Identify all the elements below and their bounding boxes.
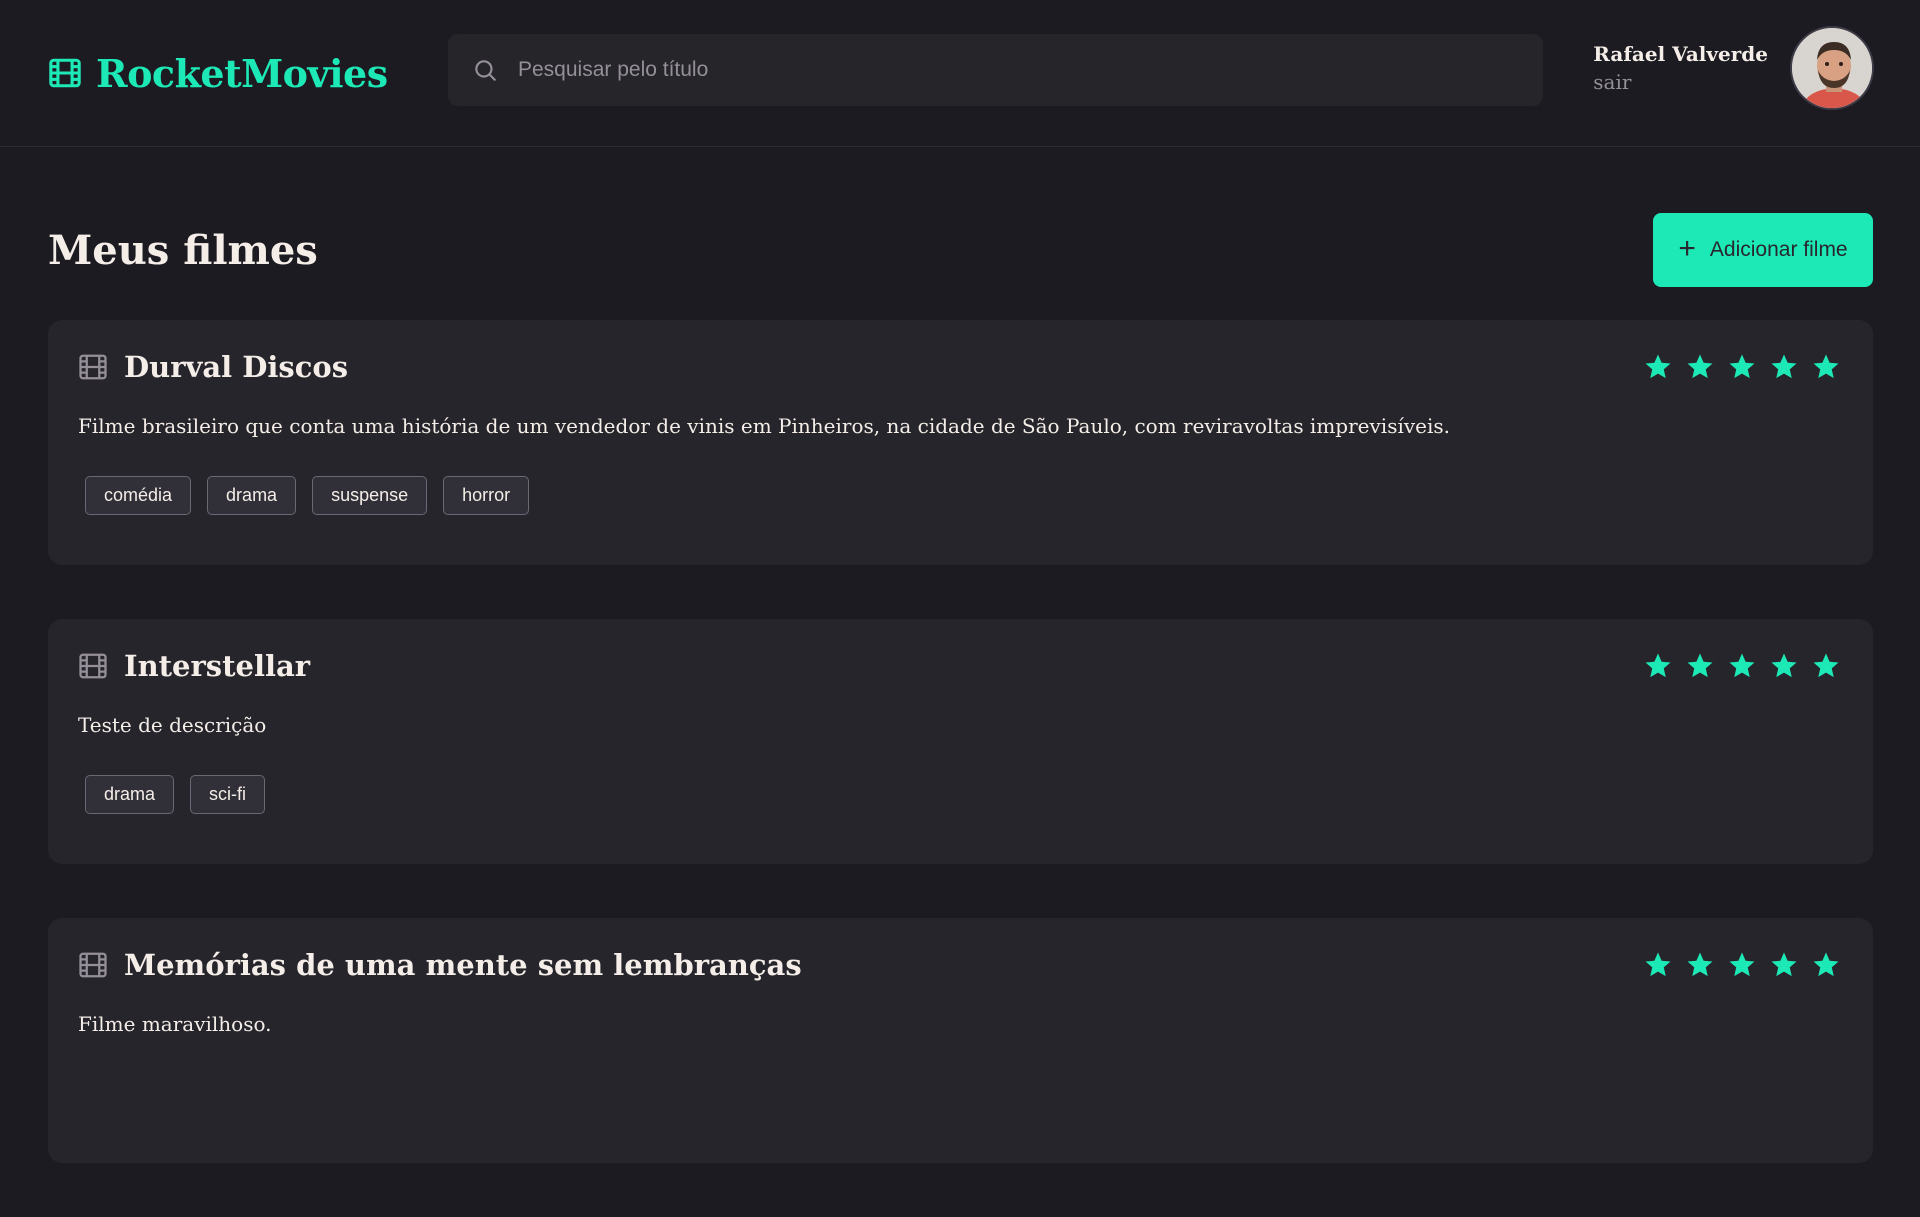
film-icon (79, 354, 107, 380)
movie-title: Durval Discos (124, 350, 349, 384)
star-icon (1813, 354, 1839, 379)
star-icon (1687, 952, 1713, 977)
star-icon (1729, 354, 1755, 379)
brand[interactable]: RocketMovies (48, 51, 448, 96)
star-icon (1771, 653, 1797, 678)
movie-title: Memórias de uma mente sem lembranças (124, 948, 802, 982)
tag: drama (85, 775, 175, 814)
movie-title: Interstellar (124, 649, 311, 683)
search-bar[interactable] (448, 34, 1543, 106)
app-header: RocketMovies Rafael Valverde sair (0, 0, 1920, 147)
movie-rating (1643, 651, 1841, 681)
star-icon (1645, 952, 1671, 977)
star-icon (1813, 952, 1839, 977)
film-icon (49, 58, 81, 88)
tag: drama (207, 476, 297, 515)
profile-text: Rafael Valverde sair (1593, 42, 1768, 94)
movie-card[interactable]: Interstellar Teste de descrição drama sc… (48, 619, 1873, 864)
profile-name: Rafael Valverde (1593, 42, 1768, 66)
star-icon (1687, 653, 1713, 678)
movie-card[interactable]: Durval Discos Filme brasileiro que conta… (48, 320, 1873, 565)
page-title: Meus filmes (48, 226, 318, 274)
logout-link[interactable]: sair (1593, 70, 1768, 94)
tag: sci-fi (190, 775, 266, 814)
user-profile: Rafael Valverde sair (1593, 26, 1874, 110)
star-icon (1813, 653, 1839, 678)
tag: comédia (85, 476, 192, 515)
movie-tags: drama sci-fi (78, 775, 1843, 814)
movie-rating (1643, 352, 1841, 382)
tag: suspense (312, 476, 428, 515)
star-icon (1645, 653, 1671, 678)
search-icon (475, 60, 496, 81)
page-title-row: Meus filmes + Adicionar filme (48, 213, 1873, 287)
film-icon (79, 952, 107, 978)
star-icon (1771, 354, 1797, 379)
tag: horror (443, 476, 530, 515)
movie-rating (1643, 950, 1841, 980)
add-movie-label: Adicionar filme (1709, 238, 1848, 261)
star-icon (1729, 952, 1755, 977)
film-icon (79, 653, 107, 679)
avatar-image (1792, 28, 1872, 108)
movie-tags: comédia drama suspense horror (78, 476, 1843, 515)
movie-card[interactable]: Memórias de uma mente sem lembranças Fil… (48, 918, 1873, 1163)
star-icon (1771, 952, 1797, 977)
plus-icon: + (1678, 231, 1696, 265)
search-input[interactable] (518, 58, 1519, 82)
movie-description: Filme maravilhoso. (78, 1012, 272, 1036)
movie-description: Teste de descrição (78, 713, 267, 737)
star-icon (1687, 354, 1713, 379)
movie-description: Filme brasileiro que conta uma história … (78, 414, 1451, 438)
brand-name: RocketMovies (96, 50, 388, 96)
star-icon (1645, 354, 1671, 379)
avatar[interactable] (1790, 26, 1874, 110)
movie-list: Durval Discos Filme brasileiro que conta… (48, 320, 1873, 1217)
add-movie-button[interactable]: + Adicionar filme (1653, 213, 1873, 287)
star-icon (1729, 653, 1755, 678)
